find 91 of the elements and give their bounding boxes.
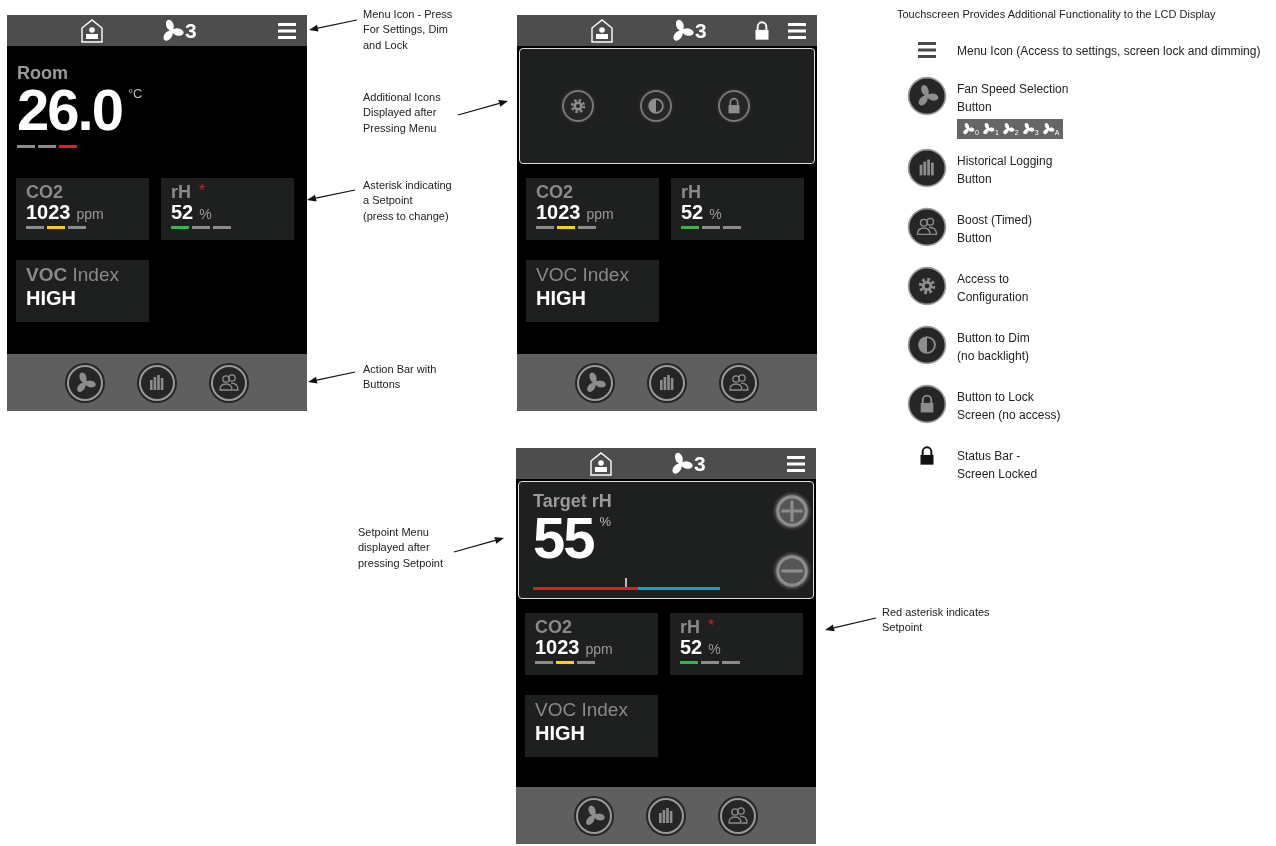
sensor-unit: ppm (76, 206, 104, 222)
minus-icon (775, 554, 809, 588)
setpoint-marker[interactable] (624, 578, 627, 587)
fan-icon (1040, 122, 1055, 136)
sensor-label: VOC Index (536, 265, 630, 286)
fan-icon (961, 122, 975, 136)
setpoint-unit: % (599, 514, 612, 529)
sensor-label: rH (681, 183, 701, 201)
sensor-label: VOC Index (26, 265, 120, 286)
legend-text: Menu Icon (Access to settings, screen lock and dimming) (957, 43, 1261, 60)
legend-text: Fan Speed Selection Button (957, 81, 1069, 116)
sensor-label: VOC Index (535, 700, 629, 721)
fan-speed-value: 3 (695, 20, 707, 41)
sensor-unit: % (708, 641, 721, 657)
fan-icon (1020, 122, 1035, 136)
temperature-value: 26.0 (17, 82, 122, 138)
room-label: Room (17, 64, 69, 82)
sensor-tile[interactable]: CO2 1023 ppm (525, 613, 658, 675)
increase-button[interactable] (773, 492, 811, 530)
sensor-tile[interactable]: VOC Index HIGH (525, 695, 658, 757)
fan-speed-value: 3 (694, 453, 706, 474)
bar-chart-icon (907, 148, 947, 188)
half-circle-icon (907, 325, 947, 365)
legend-text: Button to Lock Screen (no access) (957, 389, 1061, 424)
house-person-icon (81, 18, 103, 43)
boost-button[interactable] (721, 364, 757, 401)
setpoint-asterisk: * (708, 618, 715, 634)
legend-text: Status Bar - Screen Locked (957, 448, 1038, 483)
decrease-button[interactable] (773, 552, 811, 590)
sensor-unit: ppm (585, 641, 613, 657)
annotation-text: Setpoint Menu displayed after pressing Setpoint (358, 525, 443, 571)
fan-icon (1000, 122, 1015, 136)
annotation-text: Action Bar with Buttons (363, 362, 437, 393)
sensor-tile[interactable]: VOC Index HIGH (526, 260, 659, 322)
boost-button[interactable] (211, 364, 247, 401)
fan-icon (907, 76, 947, 116)
sensor-tile[interactable]: rH * 52 % (161, 178, 294, 240)
fan-speed-value: 3 (185, 20, 197, 41)
legend-text: Historical Logging Button (957, 153, 1053, 188)
annotation-text: Additional Icons Displayed after Pressing Menu (363, 90, 441, 136)
annotation-text: Red asterisk indicates Setpoint (882, 605, 990, 636)
annotation-text: Asterisk indicating a Setpoint (press to change) (363, 178, 452, 224)
history-button[interactable] (139, 364, 175, 401)
sensor-unit: % (199, 206, 212, 222)
sensor-value: 52 (171, 201, 194, 223)
sensor-label: CO2 (536, 183, 573, 201)
legend-text: Button to Dim (no backlight) (957, 330, 1030, 365)
setpoint-value: 55 (533, 510, 594, 566)
sensor-value: 1023 (535, 636, 580, 658)
sensor-value: 1023 (26, 201, 71, 223)
legend-title: Touchscreen Provides Additional Functionality to the LCD Display (897, 8, 1217, 20)
history-button[interactable] (648, 797, 684, 834)
annotation-text: Menu Icon - Press For Settings, Dim and Lock (363, 7, 453, 53)
sensor-label: rH (680, 618, 700, 636)
fan-speed-button[interactable] (577, 364, 613, 401)
legend-text: Access to Configuration (957, 271, 1029, 306)
sensor-tile[interactable]: CO2 1023 ppm (526, 178, 659, 240)
lock-button[interactable] (718, 90, 750, 122)
settings-button[interactable] (562, 90, 594, 122)
half-circle-icon (645, 95, 667, 117)
legend-text: Boost (Timed) Button (957, 212, 1032, 247)
sensor-tile[interactable]: rH 52 % (671, 178, 804, 240)
boost-button[interactable] (720, 797, 756, 834)
sensor-unit: ppm (586, 206, 614, 222)
sensor-value: 52 (681, 201, 704, 223)
fan-speed-button[interactable] (67, 364, 103, 401)
sensor-label: CO2 (535, 618, 572, 636)
sensor-value: 52 (680, 636, 703, 658)
history-button[interactable] (649, 364, 685, 401)
settings-icon (907, 266, 947, 306)
dim-button[interactable] (640, 90, 672, 122)
sensor-value: HIGH (536, 285, 587, 310)
temperature-unit: °C (127, 86, 143, 101)
lock-icon (907, 384, 947, 424)
sensor-label: rH (171, 183, 191, 201)
sensor-tile[interactable]: CO2 1023 ppm (16, 178, 149, 240)
sensor-tile[interactable]: VOC Index HIGH (16, 260, 149, 322)
sensor-label: CO2 (26, 183, 63, 201)
sensor-value: HIGH (26, 285, 77, 310)
setpoint-asterisk: * (199, 183, 206, 199)
sensor-value: HIGH (535, 720, 586, 745)
fan-speed-button[interactable] (576, 797, 612, 834)
house-person-icon (591, 18, 613, 43)
house-person-icon (590, 451, 612, 476)
plus-icon (775, 494, 809, 528)
sensor-tile[interactable]: rH * 52 % (670, 613, 803, 675)
setpoint-label: Target rH (533, 492, 613, 510)
fan-icon (980, 122, 995, 136)
sensor-unit: % (709, 206, 722, 222)
people-icon (907, 207, 947, 247)
sensor-value: 1023 (536, 201, 581, 223)
